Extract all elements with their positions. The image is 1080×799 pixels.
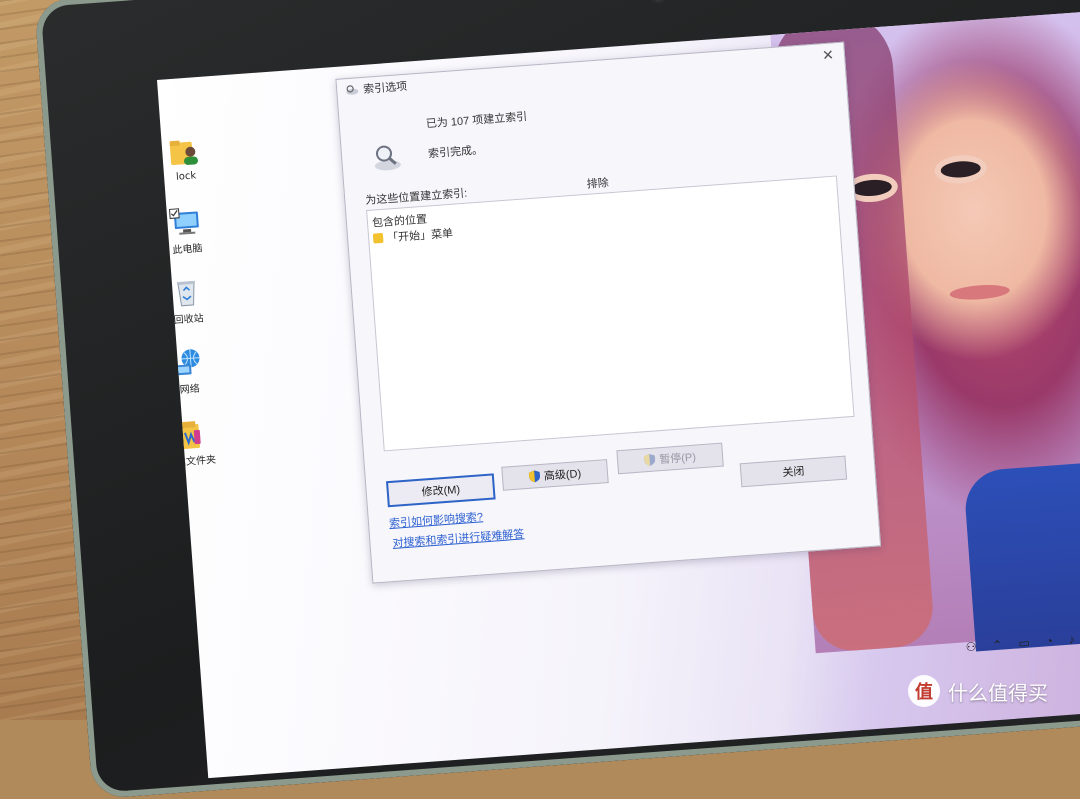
volume-icon[interactable]: ♪ xyxy=(1068,632,1075,646)
desktop-icon-label: 回收站 xyxy=(173,313,205,327)
pause-button[interactable]: 暂停(P) xyxy=(616,442,724,475)
desktop-icon-label: 网络 xyxy=(179,383,201,397)
close-button-label: 关闭 xyxy=(782,465,805,480)
desktop-icon-label: 此电脑 xyxy=(172,243,203,257)
indexed-locations-list[interactable]: 包含的位置 「开始」菜单 xyxy=(366,175,855,452)
modify-button-label: 修改(M) xyxy=(421,483,461,499)
battery-icon[interactable]: ▭ xyxy=(1018,636,1030,651)
watermark: 值 什么值得买 xyxy=(908,675,1048,707)
chevron-up-icon[interactable]: ⌃ xyxy=(992,638,1003,653)
uac-shield-icon xyxy=(528,470,540,483)
indexing-icon xyxy=(346,85,359,95)
dialog-title: 索引选项 xyxy=(362,80,408,96)
front-camera xyxy=(651,0,665,2)
advanced-button[interactable]: 高级(D) xyxy=(501,459,609,491)
desktop-icon-user[interactable]: lock xyxy=(157,133,226,185)
people-icon[interactable]: ⚇ xyxy=(965,640,977,655)
index-complete-text: 索引完成。 xyxy=(427,144,484,161)
how-indexing-affects-search-link[interactable]: 索引如何影响搜索? xyxy=(388,508,484,531)
watermark-logo: 值 xyxy=(908,675,940,707)
pause-button-label: 暂停(P) xyxy=(658,451,697,467)
wallpaper-lips xyxy=(949,283,1011,302)
magnifier-icon xyxy=(374,145,401,171)
recycle-bin-icon xyxy=(176,280,196,307)
exclude-column-header: 排除 xyxy=(586,177,610,191)
wallpaper-eye-right xyxy=(940,159,982,179)
location-name: 「开始」菜单 xyxy=(386,227,454,245)
wifi-icon[interactable]: ◔ xyxy=(1045,634,1053,648)
user-folder-icon xyxy=(169,140,198,166)
computer-icon xyxy=(168,208,199,235)
close-icon[interactable]: ✕ xyxy=(817,45,838,64)
watermark-text: 什么值得买 xyxy=(948,680,1048,705)
start-menu-icon xyxy=(372,232,384,244)
desktop-screen: lock 此电脑 回收站 网络 新建文件夹 索引选项 ✕ 已为 107 项建立索… xyxy=(157,6,1080,779)
advanced-button-label: 高级(D) xyxy=(543,468,582,483)
close-button[interactable]: 关闭 xyxy=(739,455,848,488)
index-status: 已为 107 项建立索引 xyxy=(425,111,528,131)
uac-shield-icon xyxy=(644,453,656,466)
modify-button[interactable]: 修改(M) xyxy=(386,473,496,508)
desktop-icon-label: lock xyxy=(175,170,197,183)
indexing-options-dialog: 索引选项 ✕ 已为 107 项建立索引 索引完成。 为这些位置建立索引: 排除 … xyxy=(335,41,882,584)
wallpaper-shirt xyxy=(962,452,1080,652)
